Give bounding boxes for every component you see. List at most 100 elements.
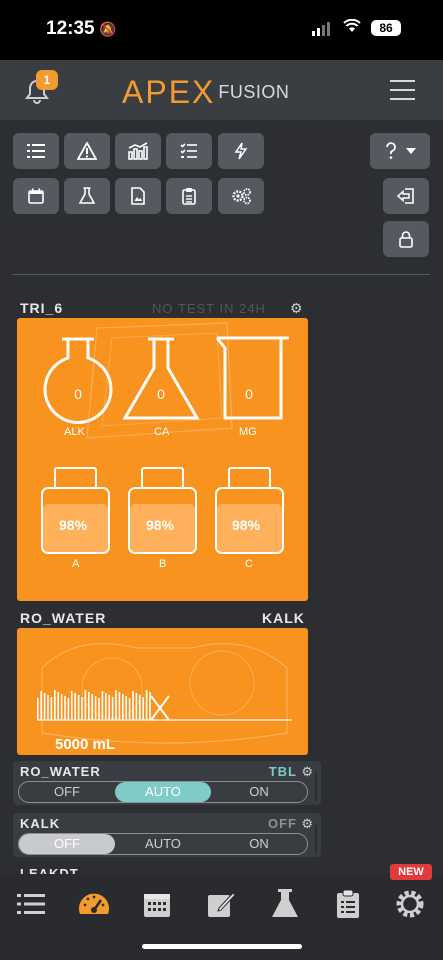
toggle-on[interactable]: ON bbox=[211, 834, 307, 854]
alarms-button[interactable] bbox=[64, 133, 110, 169]
outlet-status: TBL bbox=[268, 764, 297, 779]
flask-icon bbox=[272, 889, 298, 917]
tasks-button[interactable] bbox=[166, 133, 212, 169]
chart-icon bbox=[128, 142, 148, 160]
outlet-settings-gear-icon[interactable]: ⚙ bbox=[301, 764, 313, 780]
list-view-button[interactable] bbox=[13, 133, 59, 169]
outlet-mode-toggle[interactable]: OFF AUTO ON bbox=[18, 833, 308, 855]
scrollbar bbox=[315, 825, 317, 853]
reagent-c-label: C bbox=[245, 558, 253, 570]
gears-icon bbox=[232, 188, 251, 205]
status-time: 12:35 bbox=[46, 18, 95, 39]
dos-panel[interactable]: 5000 mL bbox=[17, 628, 308, 755]
logout-icon bbox=[396, 188, 414, 204]
reagent-b-label: B bbox=[159, 558, 167, 570]
clipboard-icon bbox=[337, 889, 359, 918]
help-dropdown-button[interactable] bbox=[370, 133, 430, 169]
reagent-bottle-a-icon bbox=[41, 467, 110, 554]
status-bar: 12:35 🔕 86 bbox=[0, 0, 443, 60]
outlet-name: KALK bbox=[20, 816, 61, 831]
outlet-settings-gear-icon[interactable]: ⚙ bbox=[301, 816, 313, 832]
reagent-a-level: 98% bbox=[59, 517, 88, 533]
list-icon bbox=[27, 144, 45, 158]
dos-volume-bars bbox=[37, 690, 151, 720]
outlet-control-ro-water: RO_WATER TBL ⚙ OFF AUTO ON bbox=[13, 761, 321, 805]
list-icon bbox=[17, 894, 45, 914]
toggle-auto[interactable]: AUTO bbox=[115, 834, 211, 854]
toggle-off[interactable]: OFF bbox=[19, 782, 115, 802]
bolt-icon bbox=[234, 142, 248, 160]
checklist-icon bbox=[180, 143, 197, 158]
cellular-signal-icon bbox=[312, 22, 330, 36]
calendar-button[interactable] bbox=[13, 178, 59, 214]
trident-panel[interactable]: 0 ALK 0 CA 0 MG 98% A 98% B 98% C bbox=[17, 318, 308, 601]
power-button[interactable] bbox=[218, 133, 264, 169]
battery-indicator: 86 bbox=[371, 20, 401, 36]
apex-fusion-logo: APEX FUSION bbox=[122, 74, 289, 111]
lock-button[interactable] bbox=[383, 221, 429, 257]
reagent-c-level: 98% bbox=[232, 517, 261, 533]
trident-settings-gear-icon[interactable]: ⚙ bbox=[290, 300, 303, 317]
photos-button[interactable] bbox=[115, 178, 161, 214]
trident-name: TRI_6 bbox=[20, 300, 64, 316]
toggle-on[interactable]: ON bbox=[211, 782, 307, 802]
ca-value: 0 bbox=[157, 386, 165, 402]
outlet-mode-toggle[interactable]: OFF AUTO ON bbox=[18, 781, 308, 803]
help-icon bbox=[386, 142, 396, 159]
toolbar-divider bbox=[12, 274, 430, 275]
alk-value: 0 bbox=[74, 386, 82, 402]
ca-flask-icon bbox=[122, 337, 200, 420]
dos-volume: 5000 mL bbox=[55, 736, 116, 753]
graphs-button[interactable] bbox=[115, 133, 161, 169]
tab-dashboard[interactable] bbox=[77, 887, 111, 921]
main-menu-button[interactable] bbox=[390, 80, 415, 102]
alk-label: ALK bbox=[64, 426, 85, 438]
lock-icon bbox=[399, 230, 413, 248]
outlet-status: OFF bbox=[268, 816, 297, 831]
home-indicator bbox=[142, 944, 302, 949]
next-outlet-name-partial: LEAKDT bbox=[20, 866, 79, 874]
tab-tests[interactable] bbox=[268, 887, 302, 921]
settings-gear-icon bbox=[396, 890, 424, 918]
trident-status-text: NO TEST IN 24H bbox=[152, 301, 266, 316]
mg-label: MG bbox=[239, 426, 257, 438]
toggle-auto[interactable]: AUTO bbox=[115, 782, 211, 802]
new-badge: NEW bbox=[390, 864, 432, 880]
tab-calendar[interactable] bbox=[140, 887, 174, 921]
wifi-icon bbox=[343, 18, 361, 38]
logout-button[interactable] bbox=[383, 178, 429, 214]
tab-logs[interactable] bbox=[331, 887, 365, 921]
reagent-bottle-b-icon bbox=[128, 467, 197, 554]
warning-icon bbox=[77, 142, 97, 160]
logs-button[interactable] bbox=[166, 178, 212, 214]
outlet-control-kalk: KALK OFF ⚙ OFF AUTO ON bbox=[13, 813, 321, 857]
flask-icon bbox=[79, 187, 95, 204]
reagent-a-label: A bbox=[72, 558, 80, 570]
edit-icon bbox=[208, 892, 235, 917]
toggle-off[interactable]: OFF bbox=[19, 834, 115, 854]
clipboard-icon bbox=[182, 188, 196, 205]
calendar-icon bbox=[144, 894, 170, 917]
dashboard-gauge-icon bbox=[79, 893, 109, 914]
image-file-icon bbox=[131, 187, 145, 205]
calendar-icon bbox=[28, 188, 44, 204]
mg-value: 0 bbox=[245, 386, 253, 402]
reagent-bottle-c-icon bbox=[215, 467, 284, 554]
notification-count-badge: 1 bbox=[36, 70, 58, 90]
dos-left-name: RO_WATER bbox=[20, 610, 107, 626]
logo-fusion: FUSION bbox=[218, 82, 290, 102]
dos-right-name: KALK bbox=[262, 610, 305, 626]
test-results-button[interactable] bbox=[64, 178, 110, 214]
tab-list[interactable] bbox=[14, 887, 48, 921]
logo-apex: APEX bbox=[122, 74, 216, 110]
configuration-button[interactable] bbox=[218, 178, 264, 214]
chevron-down-icon bbox=[406, 148, 416, 154]
reagent-b-level: 98% bbox=[146, 517, 175, 533]
bell-off-icon: 🔕 bbox=[99, 21, 117, 37]
alk-flask-icon bbox=[43, 337, 113, 424]
tab-settings[interactable] bbox=[393, 887, 427, 921]
ca-label: CA bbox=[154, 426, 170, 438]
outlet-name: RO_WATER bbox=[20, 764, 101, 779]
tab-notes[interactable] bbox=[204, 887, 238, 921]
scrollbar bbox=[315, 773, 317, 801]
